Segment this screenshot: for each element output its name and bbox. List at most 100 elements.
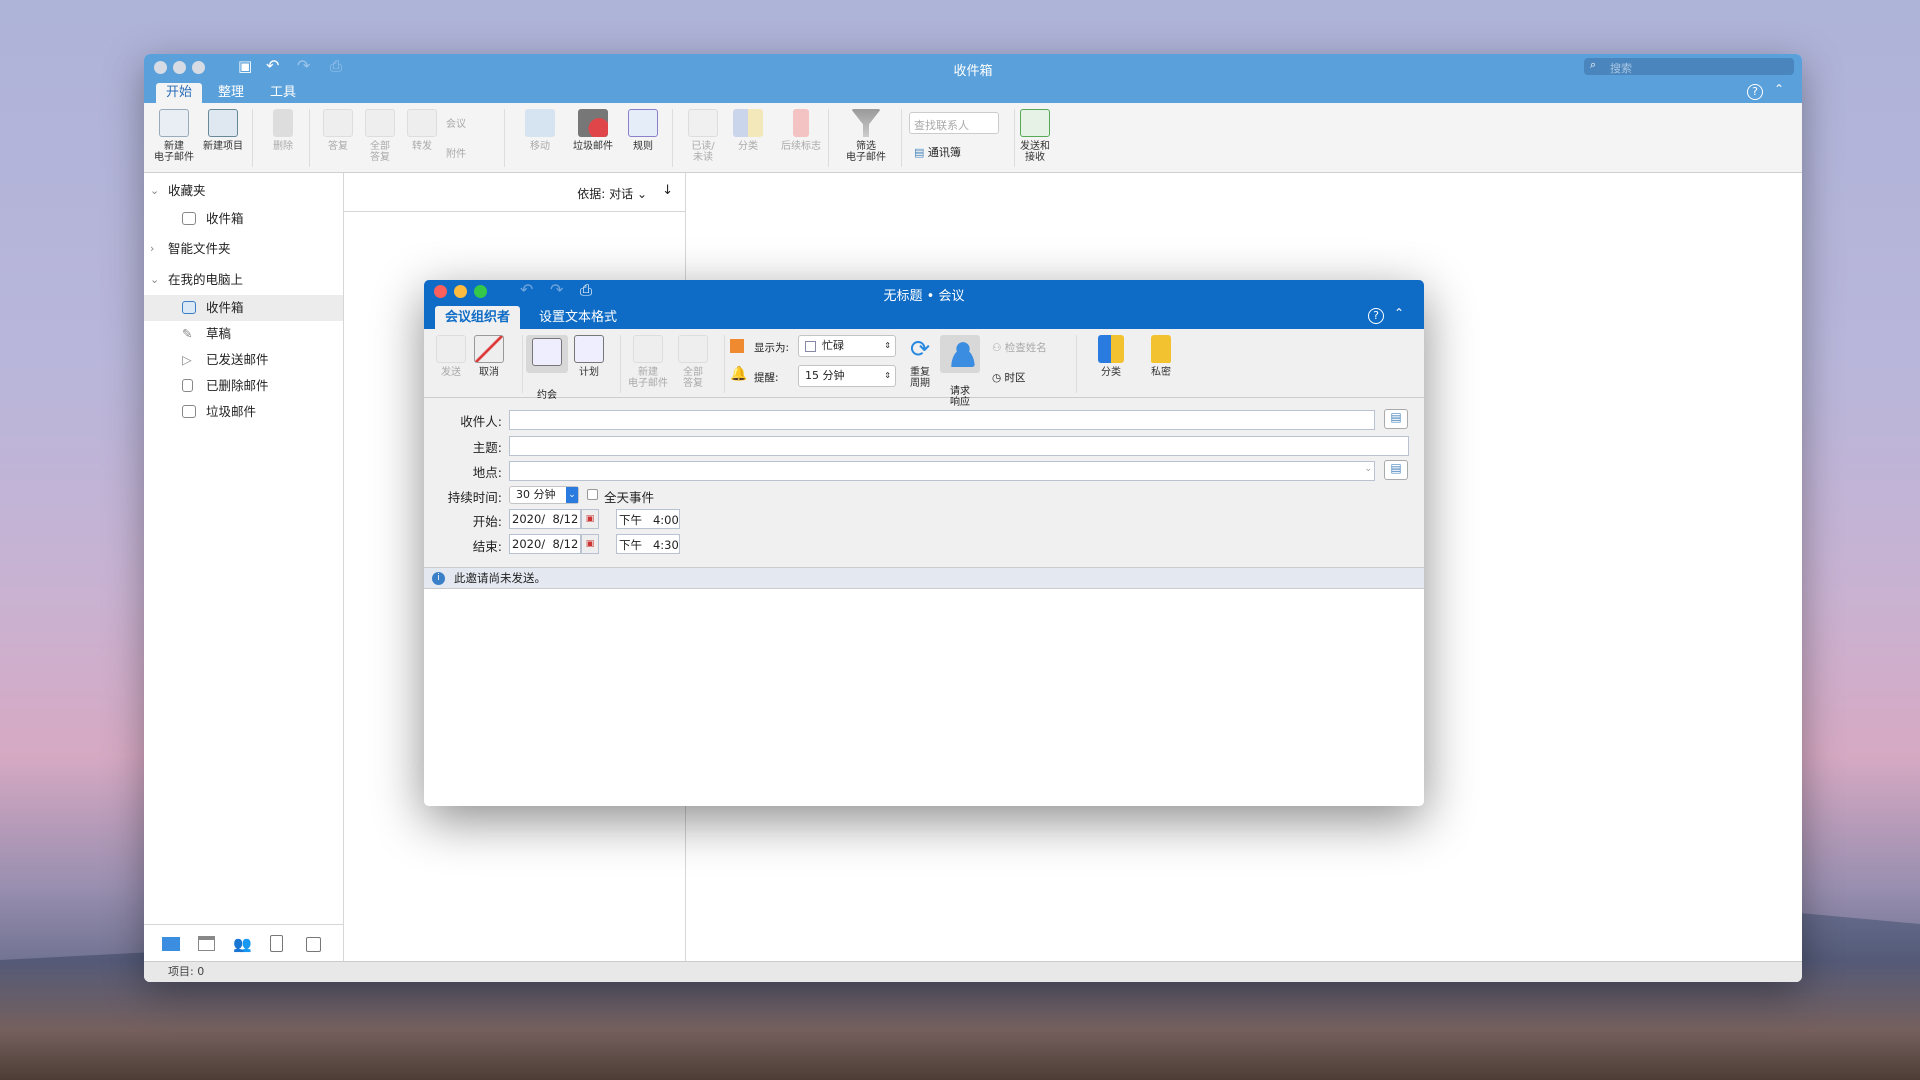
tab-home[interactable]: 开始 bbox=[156, 83, 202, 103]
show-as-select[interactable]: 忙碌⇕ bbox=[798, 335, 896, 357]
sort-by-dropdown[interactable]: 依据: 对话 ⌄ bbox=[577, 185, 647, 202]
address-book-icon: ▤ bbox=[914, 146, 924, 159]
new-email-button[interactable]: 新建 电子邮件 bbox=[146, 109, 202, 163]
new-item-button[interactable]: 新建项目 bbox=[195, 109, 251, 152]
sidebar: ⌄收藏夹 收件箱 ›智能文件夹 ⌄在我的电脑上 收件箱 ✎草稿 ▷已发送邮件 已… bbox=[144, 173, 344, 961]
dialog-title-bar: ↶ ↷ ⎙ 无标题 • 会议 会议组织者 设置文本格式 ? ⌃ bbox=[424, 280, 1424, 329]
check-names-button[interactable]: ⚇ 检查姓名 bbox=[992, 340, 1047, 355]
sent-icon: ▷ bbox=[182, 347, 196, 360]
show-as-label: 显示为: bbox=[754, 340, 789, 355]
tab-tools[interactable]: 工具 bbox=[260, 83, 306, 103]
search-placeholder: 搜索 bbox=[1610, 60, 1632, 76]
room-finder-button[interactable]: ▤ bbox=[1384, 460, 1408, 480]
sidebar-group-favorites[interactable]: ⌄收藏夹 bbox=[144, 178, 343, 204]
junk-button[interactable]: 垃圾邮件 bbox=[565, 109, 621, 152]
dialog-ribbon: 发送 取消 约会 计划 新建 电子邮件 全部 答复 显示为: 忙碌⇕ 🔔 提醒:… bbox=[424, 329, 1424, 398]
help-icon[interactable]: ? bbox=[1747, 84, 1763, 100]
forward-button[interactable]: 转发 bbox=[394, 109, 450, 152]
address-book-button[interactable]: ▤ bbox=[1384, 409, 1408, 429]
location-label: 地点: bbox=[432, 462, 502, 481]
search-input[interactable]: ⌕ 搜索 bbox=[1584, 58, 1794, 75]
sidebar-item-fav-inbox[interactable]: 收件箱 bbox=[144, 206, 343, 232]
time-zone-button[interactable]: ◷ 时区 bbox=[992, 370, 1026, 385]
status-bar: 项目: 0 bbox=[144, 961, 1802, 982]
inbox-icon bbox=[182, 301, 196, 314]
bell-icon: 🔔 bbox=[730, 366, 747, 382]
people-nav-icon[interactable]: 👥 bbox=[233, 935, 252, 953]
schedule-button[interactable]: 计划 bbox=[562, 335, 616, 378]
collapse-ribbon-icon[interactable]: ⌃ bbox=[1394, 306, 1404, 320]
meeting-dialog: ↶ ↷ ⎙ 无标题 • 会议 会议组织者 设置文本格式 ? ⌃ 发送 取消 约会… bbox=[424, 280, 1424, 806]
rules-button[interactable]: 规则 bbox=[615, 109, 671, 152]
help-icon[interactable]: ? bbox=[1368, 308, 1384, 324]
reminder-select[interactable]: 15 分钟⇕ bbox=[798, 365, 896, 387]
cancel-meeting-button[interactable]: 取消 bbox=[462, 335, 516, 378]
collapse-ribbon-icon[interactable]: ⌃ bbox=[1774, 82, 1784, 96]
send-receive-button[interactable]: 发送和 接收 bbox=[1007, 109, 1063, 163]
find-contact-input[interactable]: 查找联系人 bbox=[909, 112, 999, 134]
info-text: 此邀请尚未发送。 bbox=[454, 571, 546, 585]
trash-icon bbox=[182, 379, 193, 392]
end-time-input[interactable]: 下午 4:30 bbox=[616, 534, 680, 554]
request-response-button[interactable] bbox=[940, 335, 980, 373]
address-book-button[interactable]: ▤ 通讯簿 bbox=[914, 144, 961, 160]
start-time-input[interactable]: 下午 4:00 bbox=[616, 509, 680, 529]
all-day-checkbox[interactable] bbox=[587, 489, 598, 500]
sidebar-item-drafts[interactable]: ✎草稿 bbox=[144, 321, 343, 347]
sidebar-group-smart-folders[interactable]: ›智能文件夹 bbox=[144, 236, 343, 262]
window-title: 收件箱 bbox=[144, 60, 1802, 79]
categorize-button[interactable]: 分类 bbox=[720, 109, 776, 152]
title-bar: ▣ ↶ ↷ ⎙ 收件箱 ⌕ 搜索 开始 整理 工具 ? ⌃ bbox=[144, 54, 1802, 103]
recurrence-button[interactable]: ⟳重复 周期 bbox=[900, 335, 940, 389]
drafts-icon: ✎ bbox=[182, 321, 196, 334]
tab-organize[interactable]: 整理 bbox=[208, 83, 254, 103]
to-input[interactable] bbox=[509, 410, 1375, 430]
sort-header: 依据: 对话 ⌄ ↓ bbox=[344, 173, 685, 212]
start-date-input[interactable]: 2020/ 8/12 bbox=[509, 509, 581, 529]
new-email-button[interactable]: 新建 电子邮件 bbox=[622, 335, 674, 389]
tab-format-text[interactable]: 设置文本格式 bbox=[529, 306, 627, 329]
sidebar-item-junk[interactable]: 垃圾邮件 bbox=[144, 399, 343, 425]
location-input[interactable]: ⌄ bbox=[509, 461, 1375, 481]
show-as-icon bbox=[730, 339, 744, 353]
notes-nav-icon[interactable] bbox=[306, 937, 321, 952]
calendar-nav-icon[interactable] bbox=[198, 936, 215, 951]
ribbon: 新建 电子邮件 新建项目 删除 答复 全部 答复 转发 会议 附件 移动 垃圾邮… bbox=[144, 103, 1802, 173]
calendar-picker-icon[interactable]: ▣ bbox=[581, 509, 599, 529]
dialog-title: 无标题 • 会议 bbox=[424, 285, 1424, 304]
info-bar: i 此邀请尚未发送。 bbox=[424, 567, 1424, 589]
mail-nav-icon[interactable] bbox=[162, 937, 180, 951]
categorize-button[interactable]: 分类 bbox=[1084, 335, 1138, 378]
sidebar-item-deleted[interactable]: 已删除邮件 bbox=[144, 373, 343, 399]
sidebar-item-inbox[interactable]: 收件箱 bbox=[144, 295, 343, 321]
search-icon: ⌕ bbox=[1590, 58, 1596, 72]
filter-email-button[interactable]: 筛选 电子邮件 bbox=[838, 109, 894, 163]
sidebar-item-sent[interactable]: ▷已发送邮件 bbox=[144, 347, 343, 373]
reminder-label: 提醒: bbox=[754, 370, 779, 385]
meeting-button[interactable]: 会议 bbox=[446, 115, 466, 130]
reply-all-button[interactable]: 全部 答复 bbox=[668, 335, 718, 389]
private-button[interactable]: 私密 bbox=[1134, 335, 1188, 378]
all-day-label: 全天事件 bbox=[604, 487, 654, 506]
calendar-picker-icon[interactable]: ▣ bbox=[581, 534, 599, 554]
follow-up-button[interactable]: 后续标志 bbox=[773, 109, 829, 152]
duration-label: 持续时间: bbox=[432, 487, 502, 506]
info-icon: i bbox=[432, 572, 445, 585]
sidebar-group-on-my-computer[interactable]: ⌄在我的电脑上 bbox=[144, 267, 343, 293]
appointment-label: 约会 bbox=[526, 386, 568, 401]
start-label: 开始: bbox=[432, 511, 502, 530]
location-dropdown-icon[interactable]: ⌄ bbox=[1364, 464, 1372, 474]
inbox-icon bbox=[182, 212, 196, 225]
delete-button[interactable]: 删除 bbox=[255, 109, 311, 152]
tasks-nav-icon[interactable] bbox=[270, 935, 283, 952]
tab-meeting-organizer[interactable]: 会议组织者 bbox=[435, 306, 520, 329]
end-label: 结束: bbox=[432, 536, 502, 555]
meeting-body-editor[interactable] bbox=[424, 589, 1424, 806]
end-date-input[interactable]: 2020/ 8/12 bbox=[509, 534, 581, 554]
subject-input[interactable] bbox=[509, 436, 1409, 456]
move-button[interactable]: 移动 bbox=[512, 109, 568, 152]
sort-direction-icon[interactable]: ↓ bbox=[662, 183, 673, 198]
attachment-button[interactable]: 附件 bbox=[446, 145, 466, 160]
subject-label: 主题: bbox=[432, 437, 502, 456]
duration-select[interactable]: 30 分钟⌄ bbox=[509, 486, 579, 504]
